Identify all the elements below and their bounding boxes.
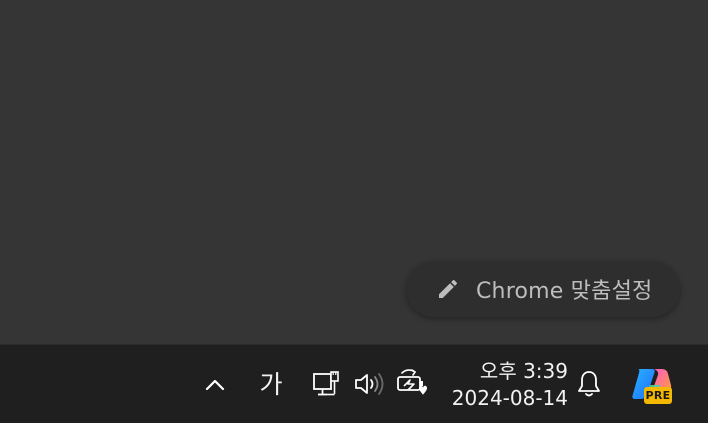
pencil-icon	[436, 277, 460, 301]
preview-badge: PRE	[644, 387, 672, 404]
copilot-button[interactable]: PRE	[626, 363, 678, 409]
show-hidden-icons-button[interactable]	[200, 367, 230, 403]
bell-icon	[576, 369, 602, 399]
clock-time: 오후 3:39	[479, 359, 568, 383]
customize-chrome-button[interactable]: Chrome 맞춤설정	[406, 261, 680, 317]
customize-chrome-label: Chrome 맞춤설정	[476, 279, 653, 304]
taskbar-clock[interactable]: 오후 3:39 2024-08-14	[448, 355, 568, 415]
speaker-icon	[353, 371, 385, 397]
battery-saver-icon	[395, 369, 429, 399]
ime-indicator[interactable]: 가	[254, 363, 288, 403]
battery-button[interactable]	[394, 367, 430, 401]
screen: Chrome 맞춤설정 가 오후 3:39 2024-08-14 PRE	[0, 0, 708, 423]
wired-network-icon	[311, 369, 341, 399]
new-tab-page: Chrome 맞춤설정	[0, 0, 708, 344]
notifications-button[interactable]	[574, 367, 604, 401]
chevron-up-icon	[204, 378, 226, 392]
volume-button[interactable]	[352, 369, 386, 399]
network-button[interactable]	[310, 367, 342, 401]
taskbar: 가 오후 3:39 2024-08-14 PRE	[0, 345, 708, 423]
clock-date: 2024-08-14	[451, 386, 568, 410]
